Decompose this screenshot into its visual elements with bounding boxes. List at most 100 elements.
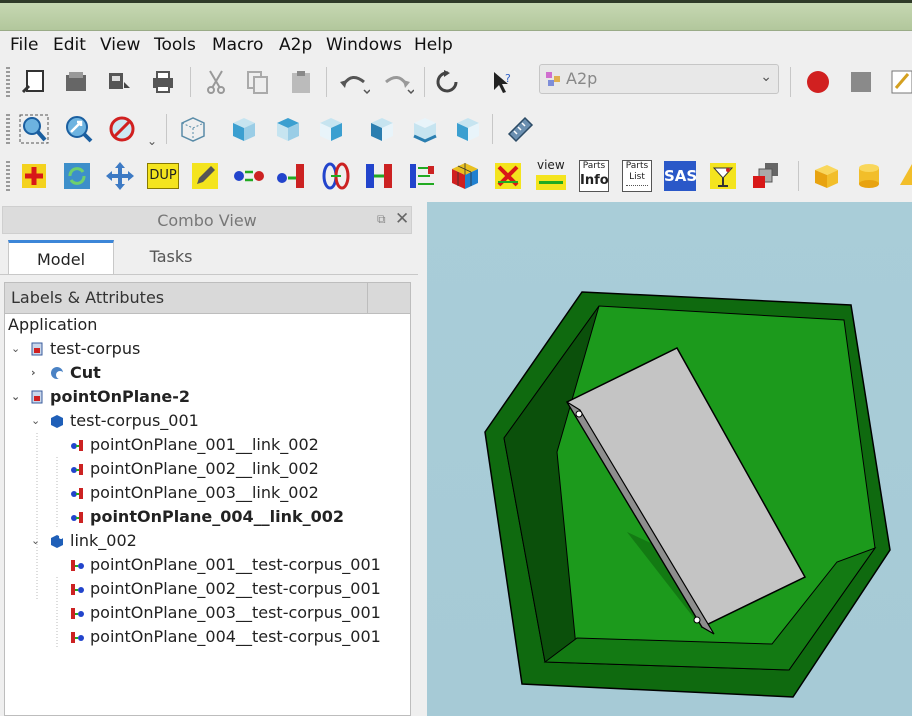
menu-view[interactable]: View bbox=[100, 35, 140, 55]
view-left-button[interactable] bbox=[450, 111, 486, 147]
view-isometric-button[interactable] bbox=[175, 111, 211, 147]
macro-edit-button[interactable] bbox=[884, 64, 912, 100]
a2p-move-button[interactable] bbox=[102, 158, 138, 194]
paste-button[interactable] bbox=[283, 64, 319, 100]
cut-button[interactable] bbox=[198, 64, 234, 100]
draw-style-icon bbox=[109, 116, 135, 142]
view-top-button[interactable] bbox=[270, 111, 306, 147]
copy-button[interactable] bbox=[240, 64, 276, 100]
a2p-angled-planes-button[interactable] bbox=[404, 158, 440, 194]
cube-rear-icon bbox=[371, 118, 393, 141]
view-rear-button[interactable] bbox=[364, 111, 400, 147]
menu-edit[interactable]: Edit bbox=[53, 35, 86, 55]
macro-stop-button[interactable] bbox=[843, 64, 879, 100]
save-icon bbox=[109, 73, 130, 89]
model-tree[interactable]: Labels & Attributes Application ⌄ test-c… bbox=[4, 282, 411, 716]
part-cylinder-button[interactable] bbox=[851, 158, 887, 194]
draw-style-button[interactable] bbox=[104, 111, 140, 147]
redo-button[interactable] bbox=[380, 64, 416, 100]
workbench-select-value: A2p bbox=[566, 69, 598, 88]
view-bottom-button[interactable] bbox=[407, 111, 443, 147]
a2p-delete-constraints-button[interactable] bbox=[490, 158, 526, 194]
view-connections-label: view bbox=[537, 158, 565, 172]
whats-this-button[interactable]: ? bbox=[484, 64, 520, 100]
plate-hole bbox=[693, 616, 701, 624]
3d-viewport[interactable] bbox=[427, 202, 912, 716]
view-front-button[interactable] bbox=[226, 111, 262, 147]
refresh-icon bbox=[436, 70, 458, 93]
view-right-button[interactable] bbox=[313, 111, 349, 147]
fit-all-button[interactable] bbox=[16, 111, 52, 147]
tab-model[interactable]: Model bbox=[8, 240, 114, 274]
measure-button[interactable] bbox=[502, 111, 538, 147]
plate-hole bbox=[575, 410, 583, 418]
convert-part-icon bbox=[753, 163, 778, 188]
update-parts-icon bbox=[64, 163, 90, 189]
a2p-plane-parallel-button[interactable] bbox=[361, 158, 397, 194]
toolbar-separator bbox=[326, 67, 327, 97]
a2p-workbench-icon bbox=[546, 72, 560, 86]
close-icon[interactable]: ✕ bbox=[395, 209, 409, 229]
a2p-update-button[interactable] bbox=[59, 158, 95, 194]
menu-help[interactable]: Help bbox=[414, 35, 453, 55]
cocktail-icon bbox=[710, 163, 736, 189]
a2p-cleanup-button[interactable] bbox=[705, 158, 741, 194]
menu-macro[interactable]: Macro bbox=[212, 35, 263, 55]
tab-tasks[interactable]: Tasks bbox=[116, 240, 226, 274]
toolbar-separator bbox=[790, 67, 791, 97]
toolbar-separator bbox=[190, 67, 191, 97]
a2p-duplicate-button[interactable]: DUP bbox=[145, 158, 181, 194]
open-file-button[interactable] bbox=[58, 64, 94, 100]
new-file-button[interactable] bbox=[16, 64, 52, 100]
menu-a2p[interactable]: A2p bbox=[279, 35, 312, 55]
a2p-point-identity-button[interactable] bbox=[231, 158, 267, 194]
toolbar-grip[interactable] bbox=[6, 67, 10, 97]
toolbar-grip[interactable] bbox=[6, 161, 10, 191]
cube-isometric-icon bbox=[181, 117, 205, 142]
ruler-icon bbox=[507, 116, 534, 143]
header-divider[interactable] bbox=[367, 283, 368, 313]
parts-list-bottom-label: List bbox=[629, 172, 645, 182]
a2p-parts-info-button[interactable]: Parts Info bbox=[576, 158, 612, 194]
tab-divider bbox=[0, 274, 418, 275]
a2p-edit-part-button[interactable] bbox=[187, 158, 223, 194]
cylinder-icon bbox=[859, 164, 879, 188]
parts-list-top-label: Parts bbox=[625, 161, 649, 171]
a2p-circular-edge-button[interactable] bbox=[318, 158, 354, 194]
a2p-parts-list-button[interactable]: Parts List bbox=[619, 158, 655, 194]
menu-windows[interactable]: Windows bbox=[326, 35, 402, 55]
save-button[interactable] bbox=[102, 64, 138, 100]
fit-selection-button[interactable] bbox=[60, 111, 96, 147]
part-box-button[interactable] bbox=[808, 158, 844, 194]
part-cone-button[interactable] bbox=[894, 158, 912, 194]
a2p-view-connections-button[interactable]: view bbox=[533, 158, 569, 194]
undo-icon bbox=[340, 76, 370, 95]
chevron-down-icon[interactable]: ⌄ bbox=[147, 134, 157, 148]
tree-item-label: pointOnPlane_004__link_002 bbox=[90, 507, 345, 526]
copy-icon bbox=[247, 71, 268, 94]
a2p-convert-part-button[interactable] bbox=[748, 158, 784, 194]
cube-top-icon bbox=[277, 118, 299, 141]
toolbar-grip[interactable] bbox=[6, 114, 10, 144]
a2p-sas-button[interactable]: SAS bbox=[662, 158, 698, 194]
print-button[interactable] bbox=[145, 64, 181, 100]
macro-record-button[interactable] bbox=[800, 64, 836, 100]
a2p-point-on-plane-button[interactable] bbox=[274, 158, 310, 194]
tree-root-application: Application bbox=[8, 315, 98, 334]
refresh-button[interactable] bbox=[430, 64, 466, 100]
printer-icon bbox=[153, 71, 173, 93]
menu-tools[interactable]: Tools bbox=[154, 35, 196, 55]
float-panel-icon[interactable]: ⧉ bbox=[377, 212, 386, 227]
a2p-add-part-button[interactable] bbox=[16, 158, 52, 194]
a2p-solve-button[interactable] bbox=[447, 158, 483, 194]
parts-info-bottom-label: Info bbox=[580, 173, 609, 188]
toolbar-separator bbox=[424, 67, 425, 97]
toolbar-view: ⌄ bbox=[0, 106, 912, 152]
angled-planes-icon bbox=[410, 164, 434, 188]
cube-left-icon bbox=[457, 118, 479, 141]
parts-list-icon: Parts List bbox=[622, 160, 652, 192]
menu-file[interactable]: File bbox=[10, 35, 38, 55]
workbench-select[interactable]: A2p ⌄ bbox=[539, 64, 779, 94]
toolbar-a2p: DUP view Parts Info Parts List SAS bbox=[0, 153, 912, 199]
undo-button[interactable] bbox=[336, 64, 372, 100]
